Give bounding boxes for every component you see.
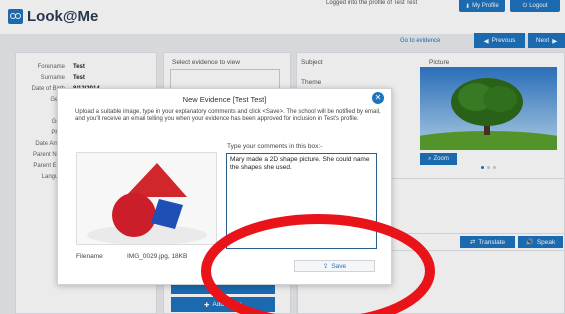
save-label: Save [331, 262, 347, 270]
uploaded-photo[interactable] [76, 152, 217, 245]
upload-icon: ⇪ [322, 263, 329, 270]
filename-value: IMG_0029.jpg, 18KB [127, 253, 188, 260]
modal-title: New Evidence [Test Test] [182, 95, 267, 104]
comment-prompt: Type your comments in this box:- [227, 143, 323, 150]
save-button[interactable]: ⇪ Save [294, 260, 375, 272]
close-icon[interactable]: ✕ [372, 92, 384, 104]
modal-instructions: Upload a suitable image, type in your ex… [75, 109, 381, 122]
filename-label: Filename [76, 253, 103, 260]
comment-textarea[interactable]: Mary made a 2D shape picture. She could … [226, 153, 377, 249]
shapes-photo [77, 153, 216, 244]
app-window: Look@Me Logged into the profile of Test … [0, 0, 565, 314]
new-evidence-modal: New Evidence [Test Test] ✕ Upload a suit… [57, 88, 392, 285]
